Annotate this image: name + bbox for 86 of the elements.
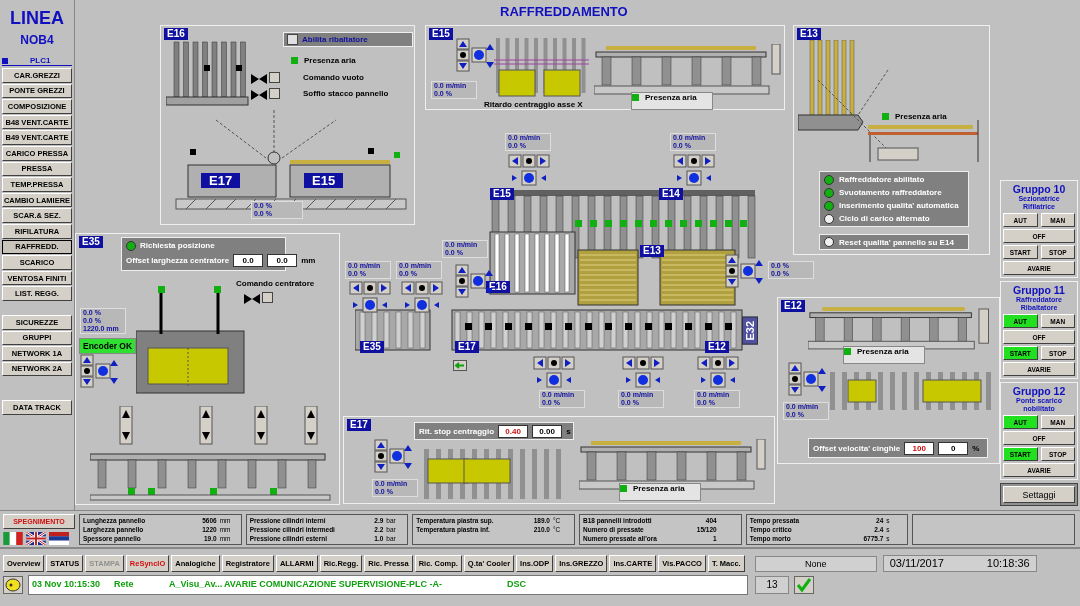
alarm-time: 10:15:30: [64, 579, 101, 589]
offset-input[interactable]: 0.0: [267, 254, 298, 268]
station-tag: E15: [304, 173, 344, 188]
valve-icon: [244, 294, 260, 304]
air-status-label: Presenza aria: [304, 56, 356, 65]
status-label: Raffreddatore abilitato: [839, 175, 925, 184]
jog-buttons-drawing[interactable]: [508, 154, 550, 188]
tricolor-flag-icon[interactable]: [3, 532, 23, 545]
centering-button[interactable]: [262, 292, 273, 303]
group-title: Gruppo 12: [1012, 385, 1066, 397]
striped-flag-icon[interactable]: [49, 532, 69, 545]
line-title: LINEA: [9, 8, 65, 29]
status-label: Svuotamento raffreddatore: [839, 188, 942, 197]
station-tag: E14: [659, 188, 683, 200]
jog-buttons-drawing[interactable]: [697, 356, 739, 390]
exit-icon[interactable]: [453, 360, 467, 371]
station-tag: E17: [347, 419, 371, 431]
valve-icon: [251, 90, 267, 100]
alarm-message: AVARIE COMUNICAZIONE SUPERVISIONE-PLC -A-: [224, 579, 442, 589]
station-tag: E17: [455, 341, 479, 353]
settings-button[interactable]: Settaggi: [1003, 486, 1075, 503]
offset-input[interactable]: 0: [938, 441, 969, 455]
alarm-count: 13: [755, 576, 789, 594]
sensor-icon: [394, 152, 400, 158]
page-title: RAFFREDDAMENTO: [500, 4, 628, 19]
group-title: Gruppo 11: [1013, 284, 1065, 296]
alarm-tag: A_Visu_Av...: [169, 579, 223, 589]
station-tag: E16: [486, 281, 510, 293]
encoder-status-badge: Encoder OK: [79, 338, 137, 354]
station-tag: E13: [640, 245, 664, 257]
air-status-label: Presenza aria: [895, 112, 947, 121]
delay-input[interactable]: 0.40: [498, 424, 529, 438]
offset-input[interactable]: 0.0: [233, 254, 264, 268]
delay-input[interactable]: 0.00: [532, 424, 563, 438]
offset-input[interactable]: 100: [904, 441, 935, 455]
caption: Ritardo centraggio asse X: [484, 100, 583, 109]
station-tag: E15: [429, 28, 453, 40]
status-label: Ciclo di carico alternato: [839, 214, 930, 223]
jog-buttons-drawing[interactable]: [533, 356, 575, 390]
station-tag: E32: [742, 317, 758, 345]
station-tag: E15: [490, 188, 514, 200]
toggle-label: Abilita ribaltatore: [302, 35, 368, 44]
plc-label: PLC1: [30, 56, 51, 65]
pivot-icon: [267, 151, 281, 165]
air-status-label: Presenza aria: [645, 93, 697, 102]
status-field: None: [754, 555, 877, 572]
jog-buttons-drawing[interactable]: [673, 154, 715, 188]
station-tag: E16: [164, 28, 188, 40]
jog-buttons-drawing[interactable]: [349, 281, 391, 315]
sensor-icon: [190, 149, 196, 155]
date-text: 03/11/2017: [889, 556, 944, 571]
alarm-date: 03 Nov: [32, 579, 62, 589]
group-title: Gruppo 10: [1012, 183, 1066, 195]
command-button[interactable]: [269, 72, 280, 83]
union-jack-flag-icon[interactable]: [26, 532, 46, 545]
station-tag: E12: [705, 341, 729, 353]
request-position-label: Richiesta posizione: [140, 241, 215, 251]
acknowledge-check-icon[interactable]: [794, 576, 814, 594]
offset-label: Offset larghezza centratore: [126, 256, 230, 266]
valve-icon: [251, 74, 267, 84]
unit-label: mm: [301, 256, 316, 266]
command-label: Soffio stacco pannello: [303, 89, 389, 98]
unit-label: %: [972, 443, 980, 453]
station-tag: E12: [781, 300, 805, 312]
jog-buttons-drawing[interactable]: [622, 356, 664, 390]
time-text: 10:18:36: [986, 556, 1030, 571]
station-tag: E35: [360, 341, 384, 353]
line-code: NOB4: [19, 33, 55, 47]
station-tag: E17: [201, 173, 241, 188]
station-tag: E13: [797, 28, 821, 40]
air-status-label: Presenza aria: [633, 484, 685, 493]
toggle-checkbox[interactable]: [287, 34, 298, 45]
alarm-area: Rete: [114, 579, 134, 589]
panel-stack: [577, 249, 639, 306]
centering-command-label: Comando centratore: [236, 279, 315, 288]
station-tag: E35: [79, 236, 103, 248]
status-label: Inserimento qualita' automatica: [839, 201, 959, 210]
alarm-source: DSC: [507, 579, 526, 589]
delay-label: Rit. stop centraggio: [419, 426, 495, 436]
command-label: Comando vuoto: [303, 73, 364, 82]
jog-buttons-drawing[interactable]: [401, 281, 443, 315]
air-status-label: Presenza aria: [857, 347, 909, 356]
offset-label: Offset velocita' cinghie: [813, 443, 901, 453]
unit-label: s: [566, 426, 571, 436]
sensor-icon: [368, 148, 374, 154]
command-button[interactable]: [269, 88, 280, 99]
